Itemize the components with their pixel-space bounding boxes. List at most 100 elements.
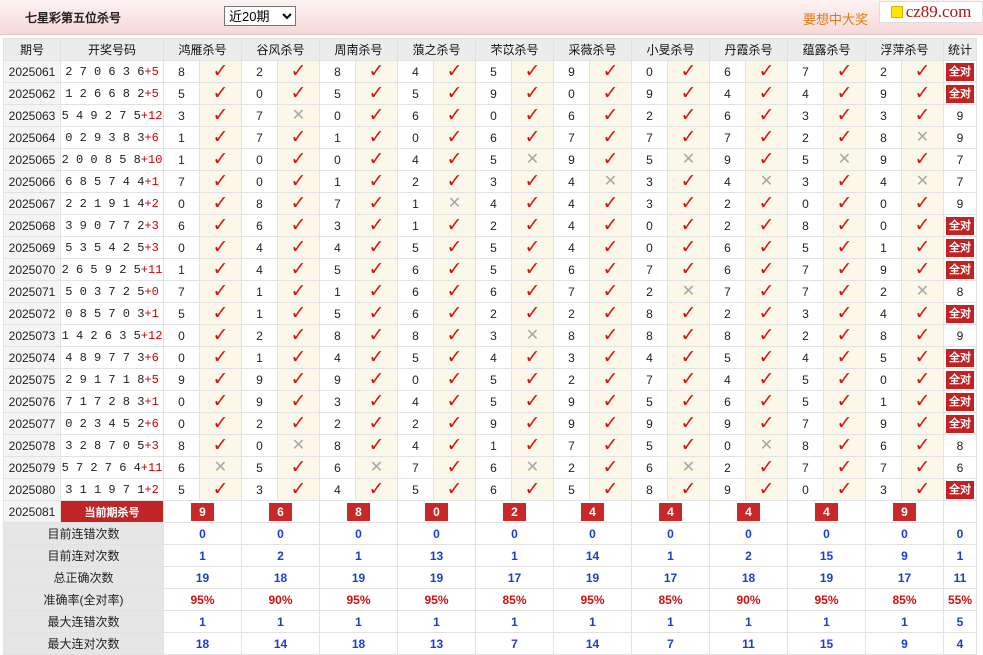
check-icon: ✓ (212, 413, 229, 434)
table-row: 2025080 3 1 1 9 7 1+2 5 ✓ 3 ✓ 4 ✓ 5 ✓ 6 ✓ 5 ✓ 8 ✓ 9 ✓ 0 ✓ 3 ✓… (3, 478, 977, 501)
draw-digits: 2 9 1 7 1 8 (65, 372, 145, 387)
result-mark-cell: ✓ (199, 280, 242, 303)
result-mark-cell: ✓ (277, 368, 320, 391)
kill-number-cell: 8 (319, 60, 356, 83)
check-icon: ✓ (368, 193, 385, 214)
cross-icon: ✕ (837, 150, 852, 168)
kill-number-cell: 8 (319, 324, 356, 347)
check-icon: ✓ (446, 149, 463, 170)
draw-digits: 3 2 8 7 0 5 (65, 438, 145, 453)
kill-number-cell: 6 (475, 456, 512, 479)
kill-number-cell: 9 (631, 82, 668, 105)
stats-value: 14 (553, 544, 632, 567)
stats-total: 0 (943, 522, 977, 545)
result-mark-cell: ✓ (745, 346, 788, 369)
stats-value: 1 (475, 610, 554, 633)
result-mark-cell: ✓ (667, 434, 710, 457)
result-mark-cell: ✓ (589, 236, 632, 259)
table-row: 2025063 5 4 9 2 7 5+12 3 ✓ 7 ✕ 0 ✓ 6 ✓ 0 ✓ 6 ✓ 2 ✓ 6 ✓ 3 ✓ 3… (3, 104, 977, 127)
result-mark-cell: ✓ (511, 478, 554, 501)
result-mark-cell: ✓ (589, 214, 632, 237)
kill-number-cell: 5 (397, 236, 434, 259)
kill-number-cell: 4 (709, 82, 746, 105)
draw-numbers-cell: 4 8 9 7 7 3+6 (60, 346, 164, 369)
result-mark-cell: ✓ (511, 346, 554, 369)
result-mark-cell: ✓ (277, 346, 320, 369)
kill-number-cell: 4 (631, 346, 668, 369)
result-mark-cell: ✓ (823, 170, 866, 193)
header-period: 期号 (3, 38, 61, 61)
check-icon: ✓ (758, 149, 775, 170)
result-mark-cell: ✓ (433, 170, 476, 193)
result-mark-cell: ✕ (511, 456, 554, 479)
check-icon: ✓ (446, 237, 463, 258)
current-kill-badge: 4 (581, 502, 604, 521)
cross-icon: ✕ (525, 458, 540, 476)
result-mark-cell: ✓ (823, 368, 866, 391)
stat-cell: 全对 (943, 390, 977, 413)
draw-bonus: +3 (144, 438, 159, 453)
check-icon: ✓ (914, 413, 931, 434)
kill-number-cell: 7 (241, 104, 278, 127)
stats-value: 19 (397, 566, 476, 589)
stat-cell: 6 (943, 456, 977, 479)
kill-number-cell: 9 (865, 412, 902, 435)
check-icon: ✓ (290, 127, 307, 148)
check-icon: ✓ (758, 347, 775, 368)
result-mark-cell: ✓ (745, 412, 788, 435)
check-icon: ✓ (524, 193, 541, 214)
check-icon: ✓ (524, 259, 541, 280)
period-range-select[interactable]: 近20期 (224, 6, 296, 26)
kill-number-cell: 5 (787, 148, 824, 171)
check-icon: ✓ (836, 105, 853, 126)
check-icon: ✓ (368, 149, 385, 170)
stat-cell: 全对 (943, 302, 977, 325)
kill-number-cell: 2 (553, 302, 590, 325)
cross-icon: ✕ (291, 436, 306, 454)
result-mark-cell: ✓ (901, 324, 944, 347)
stats-value: 1 (709, 610, 788, 633)
result-mark-cell: ✓ (433, 456, 476, 479)
check-icon: ✓ (368, 479, 385, 500)
result-mark-cell: ✓ (823, 60, 866, 83)
period-cell: 2025069 (3, 236, 61, 259)
check-icon: ✓ (446, 259, 463, 280)
kill-number-cell: 9 (241, 390, 278, 413)
promo-link[interactable]: 要想中大奖 (803, 9, 868, 28)
check-icon: ✓ (212, 479, 229, 500)
result-mark-cell: ✓ (745, 478, 788, 501)
check-icon: ✓ (212, 303, 229, 324)
draw-numbers-cell: 5 0 3 7 2 5+0 (60, 280, 164, 303)
site-logo[interactable]: cz89.com (879, 1, 983, 23)
current-kill-cell: 6 (241, 500, 320, 523)
period-cell: 2025067 (3, 192, 61, 215)
stats-value: 7 (631, 632, 710, 655)
kill-number-cell: 6 (475, 280, 512, 303)
check-icon: ✓ (680, 193, 697, 214)
kill-number-cell: 5 (475, 60, 512, 83)
check-icon: ✓ (368, 105, 385, 126)
result-mark-cell: ✓ (589, 60, 632, 83)
check-icon: ✓ (524, 479, 541, 500)
all-correct-badge: 全对 (946, 480, 974, 499)
stats-value: 19 (163, 566, 242, 589)
current-kill-cell: 9 (865, 500, 944, 523)
check-icon: ✓ (602, 391, 619, 412)
kill-number-cell: 9 (631, 412, 668, 435)
kill-number-cell: 2 (553, 456, 590, 479)
table-row: 2025073 1 4 2 6 3 5+12 0 ✓ 2 ✓ 8 ✓ 8 ✓ 3 ✕ 8 ✓ 8 ✓ 8 ✓ 2 ✓ 8… (3, 324, 977, 347)
draw-bonus: +6 (144, 130, 159, 145)
check-icon: ✓ (836, 215, 853, 236)
stats-row: 目前连对次数 1 2 1 13 1 14 1 2 15 9 1 (3, 544, 977, 567)
kill-number-cell: 5 (553, 478, 590, 501)
check-icon: ✓ (914, 457, 931, 478)
result-mark-cell: ✓ (667, 412, 710, 435)
result-mark-cell: ✓ (199, 478, 242, 501)
current-kill-cell: 4 (787, 500, 866, 523)
kill-number-cell: 2 (787, 324, 824, 347)
check-icon: ✓ (368, 391, 385, 412)
stats-total: 5 (943, 610, 977, 633)
check-icon: ✓ (836, 325, 853, 346)
kill-number-cell: 0 (787, 192, 824, 215)
check-icon: ✓ (524, 237, 541, 258)
